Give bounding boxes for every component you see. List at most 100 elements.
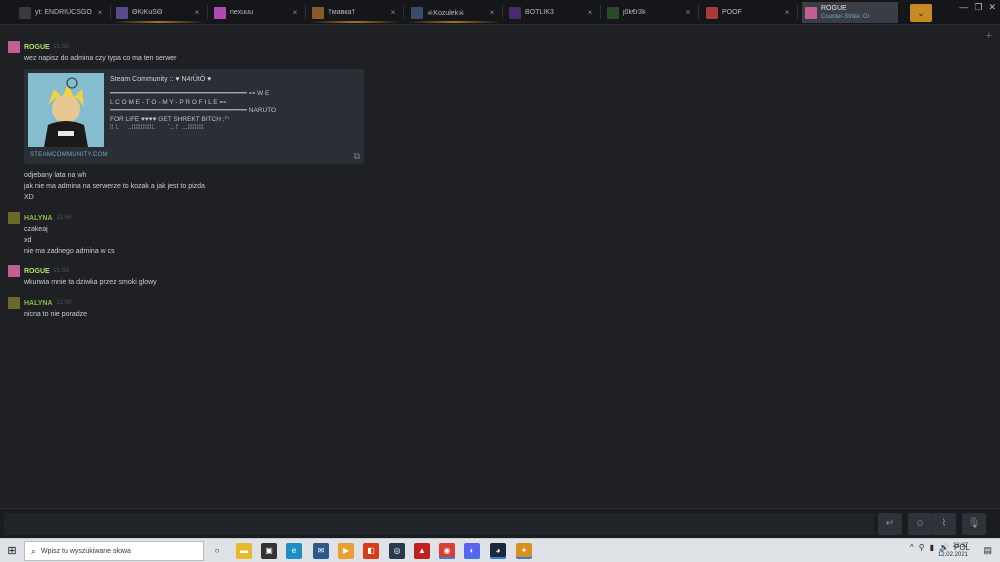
minimize-icon[interactable]: — bbox=[959, 2, 968, 13]
message-text: XD bbox=[24, 194, 34, 201]
embed-domain[interactable]: STEAMCOMMUNITY.COM bbox=[30, 152, 108, 158]
tab-divider bbox=[502, 5, 503, 19]
tab-label: †мавка† bbox=[328, 9, 356, 16]
author-name[interactable]: HALYNA bbox=[24, 300, 53, 307]
message-text: nicna to nie poradze bbox=[24, 311, 88, 318]
close-icon[interactable]: × bbox=[585, 8, 595, 17]
chat-tab[interactable]: yt: ENDRIUCSGO × bbox=[16, 2, 108, 23]
store-icon[interactable]: ▣ bbox=[261, 543, 277, 559]
message-group: HALYNA 21:56 czakeaj xd nie ma zadnego admin… bbox=[0, 212, 900, 257]
message-group: ROGUE 21:59 wkurwia mnie ta dziwka przez s… bbox=[0, 265, 900, 288]
profile-avatar-image bbox=[28, 73, 104, 147]
edge-icon[interactable]: e bbox=[286, 543, 302, 559]
tab-divider bbox=[698, 5, 699, 19]
friend-name: ROGUE bbox=[821, 4, 847, 12]
search-placeholder: Wpisz tu wyszukiwane słowa bbox=[41, 547, 131, 555]
tab-label: BOTLIK3 bbox=[525, 9, 554, 16]
notifications-icon[interactable]: ▤ bbox=[983, 545, 992, 556]
message-header: HALYNA 21:56 bbox=[0, 212, 900, 224]
tab-divider bbox=[305, 5, 306, 19]
battery-icon[interactable]: ▮ bbox=[930, 543, 934, 552]
media-icon[interactable]: ▶ bbox=[338, 543, 354, 559]
csgo-icon[interactable]: ✦ bbox=[516, 543, 532, 559]
message-text: wkurwia mnie ta dziwka przez smoki glowy bbox=[24, 279, 157, 286]
tab-label: j0k€r3k bbox=[623, 9, 646, 16]
tab-label: yt: ENDRIUCSGO bbox=[35, 9, 92, 16]
close-icon[interactable]: × bbox=[192, 8, 202, 17]
tray-expand-icon[interactable]: ^ bbox=[910, 543, 914, 552]
embed-description: ━━━━━━━━━━━━━━━━━━━━━━━━━━━━━━━━━━━ ⊶ W … bbox=[110, 90, 277, 131]
search-icon: ⌕ bbox=[31, 545, 37, 556]
message-header: HALYNA 22:00 bbox=[0, 297, 900, 309]
chat-tab[interactable]: ☠Kozulek☠ × bbox=[408, 2, 500, 23]
link-preview-card[interactable]: Steam Community :: ♥ N4rÜtÖ ♥━━━━━━━━━━━… bbox=[24, 69, 364, 164]
chat-tab[interactable]: BOTLIK3 × bbox=[506, 2, 598, 23]
message-input-bar: ↵ ☺ ⌇ 🎙 bbox=[0, 508, 1000, 538]
chat-tab-bar: yt: ENDRIUCSGO × ΘKiKuŠΘ × nexuuu × †мавка† × ☠K… bbox=[0, 0, 1000, 25]
clock-date: 12.02.2021 bbox=[937, 552, 968, 558]
mail-icon[interactable]: ✉ bbox=[313, 543, 329, 559]
office-icon[interactable]: ◧ bbox=[363, 543, 379, 559]
taskbar-search[interactable]: ⌕ Wpisz tu wyszukiwane słowa bbox=[24, 541, 204, 561]
close-window-icon[interactable]: ✕ bbox=[988, 2, 996, 13]
author-name[interactable]: ROGUE bbox=[24, 268, 50, 275]
author-name[interactable]: HALYNA bbox=[24, 215, 53, 222]
avatar[interactable] bbox=[8, 265, 20, 277]
close-icon[interactable]: × bbox=[683, 8, 693, 17]
message-group: HALYNA 22:00 nicna to nie poradze bbox=[0, 297, 900, 320]
app-icon[interactable]: ▲ bbox=[414, 543, 430, 559]
file-explorer-icon[interactable]: ▬ bbox=[236, 543, 252, 559]
close-icon[interactable]: × bbox=[95, 8, 105, 17]
emoticon-icon[interactable]: ☺ bbox=[908, 513, 932, 535]
embed-title[interactable]: Steam Community :: ♥ N4rÜtÖ ♥ bbox=[110, 76, 211, 83]
unread-indicator bbox=[408, 21, 500, 23]
author-name[interactable]: ROGUE bbox=[24, 44, 50, 51]
avatar bbox=[805, 6, 817, 19]
steam-chat-window: yt: ENDRIUCSGO × ΘKiKuŠΘ × nexuuu × †мавка† × ☠K… bbox=[0, 0, 1000, 562]
clock[interactable]: 22:37 12.02.2021 bbox=[938, 542, 968, 560]
message-header: ROGUE 21:55 bbox=[0, 41, 900, 53]
avatar bbox=[411, 6, 423, 19]
close-icon[interactable]: × bbox=[487, 8, 497, 17]
message-input[interactable] bbox=[4, 513, 874, 535]
message-text: wez napisz do admina czy typa co ma ten … bbox=[24, 55, 177, 62]
friend-game: Counter-Strike: Gl bbox=[821, 13, 870, 20]
tab-divider bbox=[600, 5, 601, 19]
message-text: czakeaj bbox=[24, 226, 48, 233]
chat-tab[interactable]: †мавка† × bbox=[309, 2, 401, 23]
close-icon[interactable]: × bbox=[290, 8, 300, 17]
discord-icon[interactable]: ◐ bbox=[464, 543, 480, 559]
restore-icon[interactable]: ❐ bbox=[974, 2, 982, 13]
tab-label: ΘKiKuŠΘ bbox=[132, 9, 163, 16]
message-text: xd bbox=[24, 237, 32, 244]
task-view-icon[interactable]: ○ bbox=[209, 543, 225, 559]
chat-tab[interactable]: j0k€r3k × bbox=[604, 2, 696, 23]
chrome-icon[interactable]: ◉ bbox=[439, 543, 455, 559]
chat-tab-active[interactable]: ROGUE Counter-Strike: Gl bbox=[802, 2, 898, 23]
chat-tab[interactable]: POOF × bbox=[703, 2, 795, 23]
close-icon[interactable]: × bbox=[388, 8, 398, 17]
avatar[interactable] bbox=[8, 212, 20, 224]
attach-icon[interactable]: ⌇ bbox=[932, 513, 956, 535]
avatar bbox=[19, 6, 31, 19]
message-timestamp: 21:55 bbox=[53, 44, 69, 50]
copy-link-icon[interactable]: ⧉ bbox=[354, 151, 360, 162]
microphone-icon[interactable]: 🎙 bbox=[962, 513, 986, 535]
steam-icon[interactable]: ◕ bbox=[490, 543, 506, 559]
send-icon[interactable]: ↵ bbox=[878, 513, 902, 535]
avatar[interactable] bbox=[8, 41, 20, 53]
more-tabs-button[interactable]: ⌄ bbox=[910, 4, 932, 22]
avatar bbox=[214, 6, 226, 19]
chat-tab[interactable]: ΘKiKuŠΘ × bbox=[113, 2, 205, 23]
message-group: odjebany lata na wh jak nie ma admina na … bbox=[0, 170, 900, 203]
close-icon[interactable]: × bbox=[782, 8, 792, 17]
chat-tab[interactable]: nexuuu × bbox=[211, 2, 303, 23]
location-icon[interactable]: ⚲ bbox=[919, 543, 925, 552]
globe-icon[interactable]: ◎ bbox=[389, 543, 405, 559]
window-controls: — ❐ ✕ bbox=[959, 2, 996, 13]
tab-label: ☠Kozulek☠ bbox=[427, 9, 465, 17]
avatar bbox=[116, 6, 128, 19]
tab-divider bbox=[403, 5, 404, 19]
start-button[interactable]: ⊞ bbox=[4, 543, 20, 559]
avatar[interactable] bbox=[8, 297, 20, 309]
